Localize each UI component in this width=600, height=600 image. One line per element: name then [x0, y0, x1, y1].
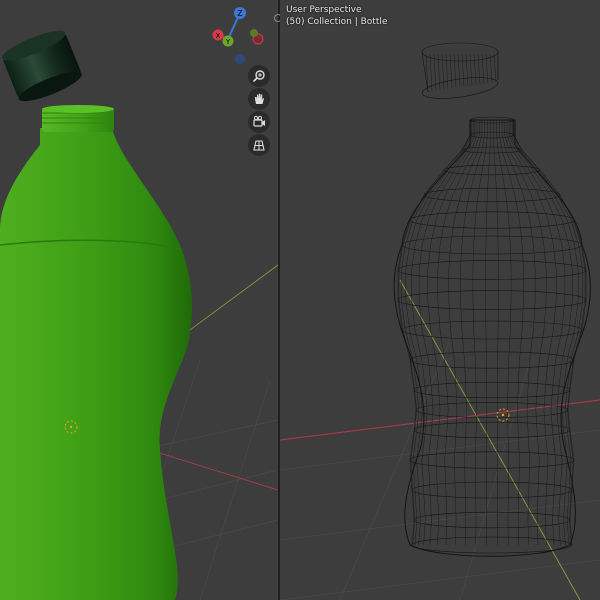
wireframe-scene [280, 42, 600, 600]
viewport-solid[interactable]: Z X Y [0, 0, 278, 600]
y-axis-line-wire [399, 279, 581, 600]
gizmo-neg-y-icon[interactable] [250, 29, 258, 37]
object-origin-marker-wire [496, 408, 510, 422]
solid-scene [0, 25, 278, 600]
camera-icon [253, 115, 265, 127]
bottle-cap[interactable] [0, 25, 85, 106]
viewport-wireframe[interactable]: User Perspective (50) Collection | Bottl… [280, 0, 600, 600]
gizmo-x-label: X [216, 32, 221, 40]
zoom-button[interactable] [248, 65, 270, 87]
grid-view-button[interactable] [248, 134, 270, 156]
camera-view-button[interactable] [248, 111, 270, 133]
zoom-icon [252, 70, 265, 83]
navigation-gizmo[interactable]: Z X Y [210, 3, 270, 67]
x-axis-line [149, 449, 278, 491]
grid-view-icon [253, 140, 265, 151]
gizmo-neg-z-icon[interactable] [235, 54, 245, 64]
hand-pan-icon [255, 93, 264, 104]
cap-wireframe[interactable] [421, 42, 499, 102]
gizmo-z-label: Z [237, 9, 243, 18]
floor-grid-wire [280, 339, 600, 600]
blender-window: Z X Y User Perspective (50) Collection |… [0, 0, 600, 600]
pan-button[interactable] [248, 88, 270, 110]
view-perspective-label: User Perspective [286, 5, 362, 15]
active-collection-label: (50) Collection | Bottle [286, 17, 388, 27]
bottle-body[interactable] [0, 128, 192, 600]
gizmo-y-label: Y [225, 38, 231, 46]
neck-rim [42, 105, 114, 113]
